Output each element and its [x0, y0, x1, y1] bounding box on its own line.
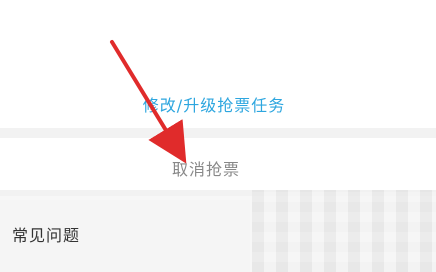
section-divider [0, 128, 436, 138]
faq-section-title: 常见问题 [12, 226, 81, 245]
blurred-area [252, 190, 436, 272]
cancel-ticket-grab-button[interactable]: 取消抢票 [0, 156, 412, 184]
modify-upgrade-task-link[interactable]: 修改/升级抢票任务 [0, 92, 428, 120]
